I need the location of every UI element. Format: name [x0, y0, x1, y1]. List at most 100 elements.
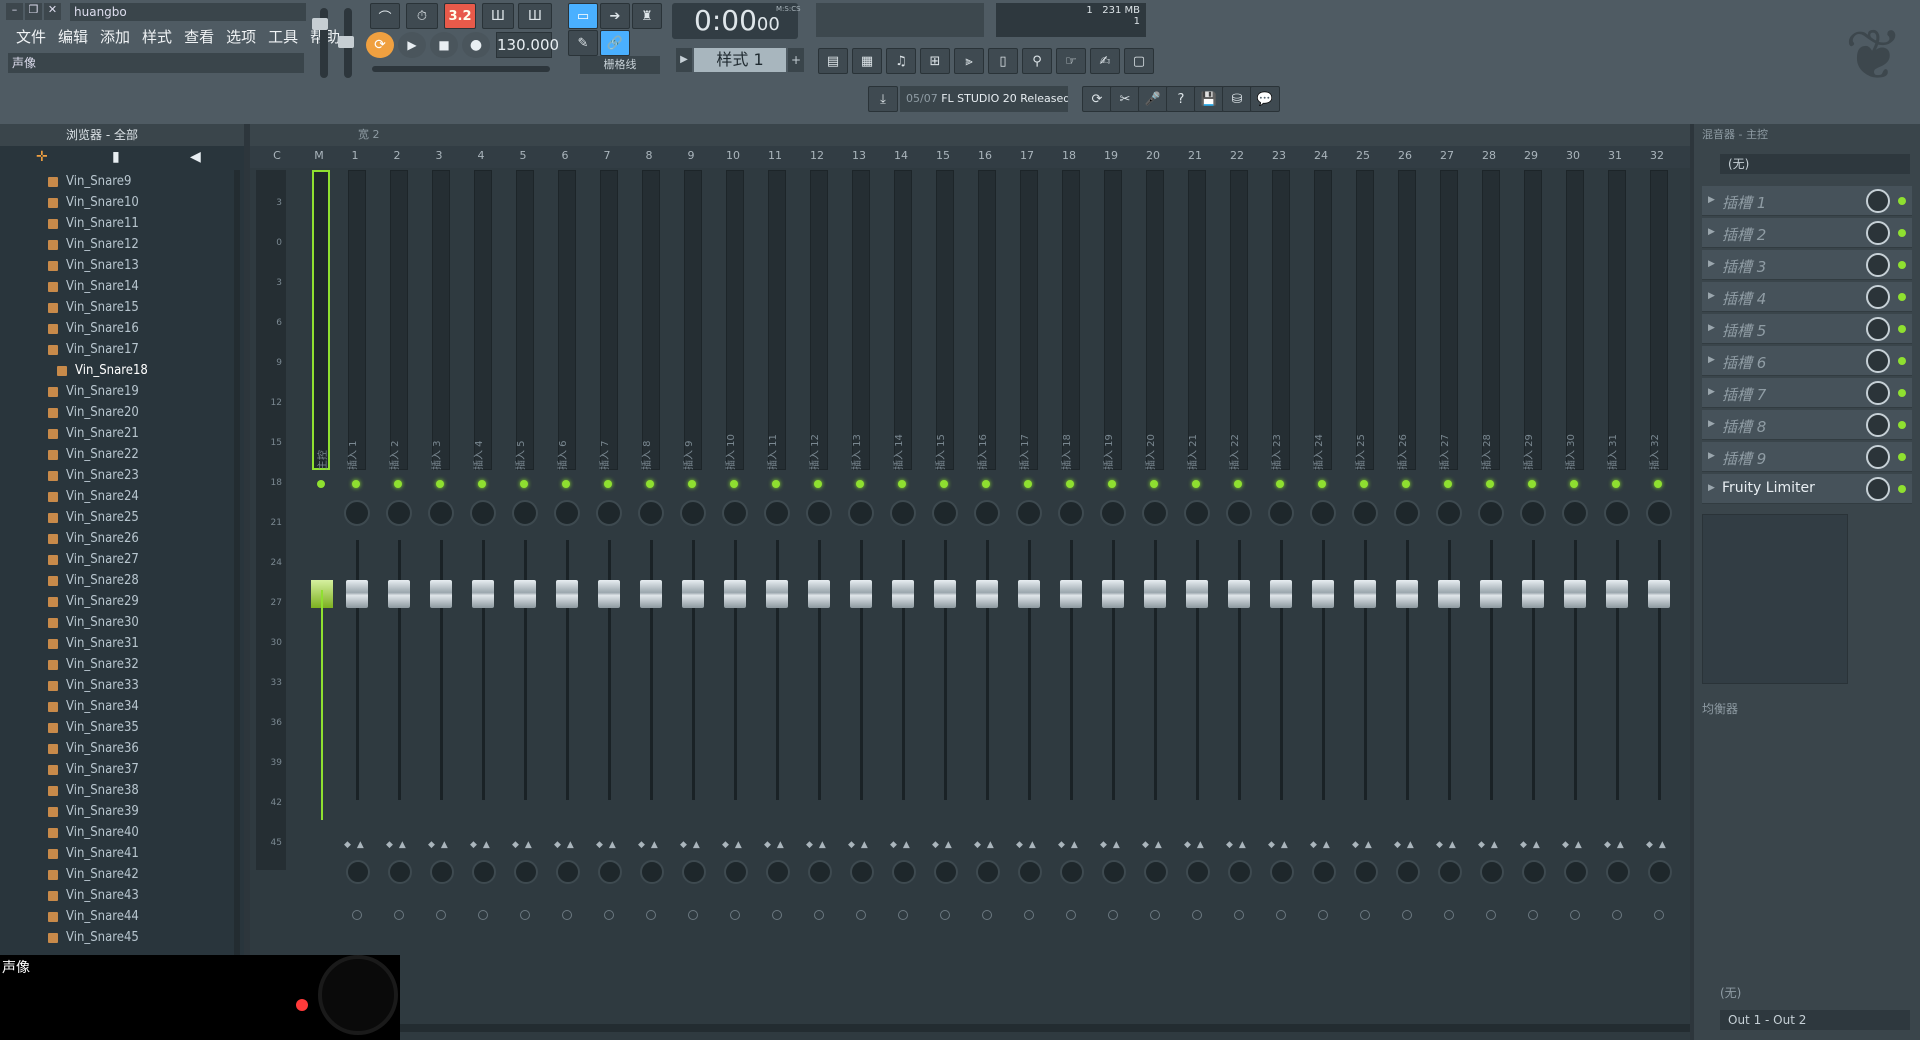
volume-fader[interactable] [808, 580, 830, 608]
channel-led[interactable] [520, 480, 528, 488]
pan-knob[interactable] [848, 500, 874, 526]
send-ring-icon[interactable] [1066, 910, 1076, 920]
browser-item[interactable]: Vin_Snare13 [0, 255, 244, 276]
browser-item[interactable]: Vin_Snare39 [0, 801, 244, 822]
browser-item[interactable]: Vin_Snare45 [0, 927, 244, 948]
volume-fader[interactable] [1354, 580, 1376, 608]
browser-audio-icon[interactable]: ◀ [190, 149, 201, 165]
channel-header-number[interactable]: 16 [968, 149, 1002, 162]
tempo-display[interactable]: 130.000 [496, 32, 559, 58]
mixer-channel[interactable]: 插入 13 ◆▲ [846, 170, 886, 1030]
browser-item[interactable]: Vin_Snare31 [0, 633, 244, 654]
master-volume-knob[interactable] [312, 18, 328, 30]
route-arrows[interactable]: ◆▲ [512, 840, 538, 850]
pan-knob[interactable] [1646, 500, 1672, 526]
volume-fader[interactable] [976, 580, 998, 608]
browser-item[interactable]: Vin_Snare29 [0, 591, 244, 612]
channel-header-number[interactable]: 23 [1262, 149, 1296, 162]
stereo-knob[interactable] [388, 860, 412, 884]
mixer-channel[interactable]: 插入 8 ◆▲ [636, 170, 676, 1030]
mixer-channel[interactable]: 插入 9 ◆▲ [678, 170, 718, 1030]
channel-header-number[interactable]: C [260, 149, 294, 162]
browser-item[interactable]: Vin_Snare37 [0, 759, 244, 780]
route-arrows[interactable]: ◆▲ [890, 840, 916, 850]
hat-icon[interactable]: ♜ [632, 3, 662, 29]
cut-icon[interactable]: ✂ [1110, 86, 1140, 112]
send-ring-icon[interactable] [562, 910, 572, 920]
channel-header-number[interactable]: 15 [926, 149, 960, 162]
slot-mix-knob[interactable] [1866, 349, 1890, 373]
browser-item[interactable]: Vin_Snare19 [0, 381, 244, 402]
send-ring-icon[interactable] [1108, 910, 1118, 920]
channel-led[interactable] [1276, 480, 1284, 488]
channel-header-number[interactable]: 12 [800, 149, 834, 162]
plugin-picker-icon[interactable]: ⚲ [1022, 48, 1052, 74]
effect-slot[interactable]: ▶ Fruity Limiter [1702, 474, 1912, 504]
stereo-knob[interactable] [1060, 860, 1084, 884]
effect-slot[interactable]: ▶ 插槽 8 [1702, 410, 1912, 440]
send-ring-icon[interactable] [646, 910, 656, 920]
position-slider[interactable] [372, 66, 550, 72]
route-arrows[interactable]: ◆▲ [554, 840, 580, 850]
route-arrows[interactable]: ◆▲ [1394, 840, 1420, 850]
volume-fader[interactable] [1480, 580, 1502, 608]
slot-mix-knob[interactable] [1866, 381, 1890, 405]
output-selector[interactable]: Out 1 - Out 2 [1720, 1010, 1910, 1030]
channel-rack-icon[interactable]: ▦ [852, 48, 882, 74]
effect-slot[interactable]: ▶ 插槽 9 [1702, 442, 1912, 472]
stereo-knob[interactable] [1354, 860, 1378, 884]
pan-knob[interactable] [1100, 500, 1126, 526]
menu-item[interactable]: 选项 [220, 26, 262, 48]
browser-scrollbar[interactable] [234, 170, 240, 1040]
route-arrows[interactable]: ◆▲ [1478, 840, 1504, 850]
browser-item[interactable]: Vin_Snare18 [0, 360, 244, 381]
pan-knob[interactable] [890, 500, 916, 526]
route-arrows[interactable]: ◆▲ [1646, 840, 1672, 850]
send-ring-icon[interactable] [1150, 910, 1160, 920]
microphone-icon[interactable]: 🎤 [1138, 86, 1168, 112]
mixer-channel[interactable]: 插入 10 ◆▲ [720, 170, 760, 1030]
channel-header-number[interactable]: 6 [548, 149, 582, 162]
menu-item[interactable]: 样式 [136, 26, 178, 48]
arrow-button[interactable]: ➔ [600, 3, 630, 29]
channel-header-number[interactable]: 2 [380, 149, 414, 162]
stereo-knob[interactable] [682, 860, 706, 884]
slot-enable-led[interactable] [1898, 293, 1906, 301]
pan-knob[interactable] [638, 500, 664, 526]
mixer-channel[interactable]: 插入 20 ◆▲ [1140, 170, 1180, 1030]
browser-item[interactable]: Vin_Snare23 [0, 465, 244, 486]
browser-item[interactable]: Vin_Snare25 [0, 507, 244, 528]
browser-item[interactable]: Vin_Snare17 [0, 339, 244, 360]
stereo-knob[interactable] [1102, 860, 1126, 884]
volume-fader[interactable] [1144, 580, 1166, 608]
channel-header-number[interactable]: 20 [1136, 149, 1170, 162]
chat-icon[interactable]: 💬 [1250, 86, 1280, 112]
pan-knob[interactable] [470, 500, 496, 526]
channel-led[interactable] [1234, 480, 1242, 488]
mixer-channel[interactable]: 插入 2 ◆▲ [384, 170, 424, 1030]
send-ring-icon[interactable] [520, 910, 530, 920]
channel-led[interactable] [1024, 480, 1032, 488]
volume-fader[interactable] [1102, 580, 1124, 608]
send-ring-icon[interactable] [1318, 910, 1328, 920]
mixer-channel[interactable]: 插入 23 ◆▲ [1266, 170, 1306, 1030]
volume-fader[interactable] [1396, 580, 1418, 608]
channel-header-number[interactable]: 19 [1094, 149, 1128, 162]
channel-header-number[interactable]: 3 [422, 149, 456, 162]
route-arrows[interactable]: ◆▲ [1100, 840, 1126, 850]
browser-item[interactable]: Vin_Snare27 [0, 549, 244, 570]
channel-header-number[interactable]: 29 [1514, 149, 1548, 162]
slot-expand-icon[interactable]: ▶ [1708, 227, 1715, 237]
channel-led[interactable] [814, 480, 822, 488]
mixer-channel[interactable]: 插入 21 ◆▲ [1182, 170, 1222, 1030]
channel-led[interactable] [982, 480, 990, 488]
route-arrows[interactable]: ◆▲ [764, 840, 790, 850]
route-arrows[interactable]: ◆▲ [932, 840, 958, 850]
pan-knob[interactable] [554, 500, 580, 526]
slot-enable-led[interactable] [1898, 229, 1906, 237]
slot-expand-icon[interactable]: ▶ [1708, 451, 1715, 461]
browser-item[interactable]: Vin_Snare44 [0, 906, 244, 927]
mixer-channel[interactable]: 插入 28 ◆▲ [1476, 170, 1516, 1030]
browser-item[interactable]: Vin_Snare14 [0, 276, 244, 297]
channel-header-number[interactable]: 18 [1052, 149, 1086, 162]
